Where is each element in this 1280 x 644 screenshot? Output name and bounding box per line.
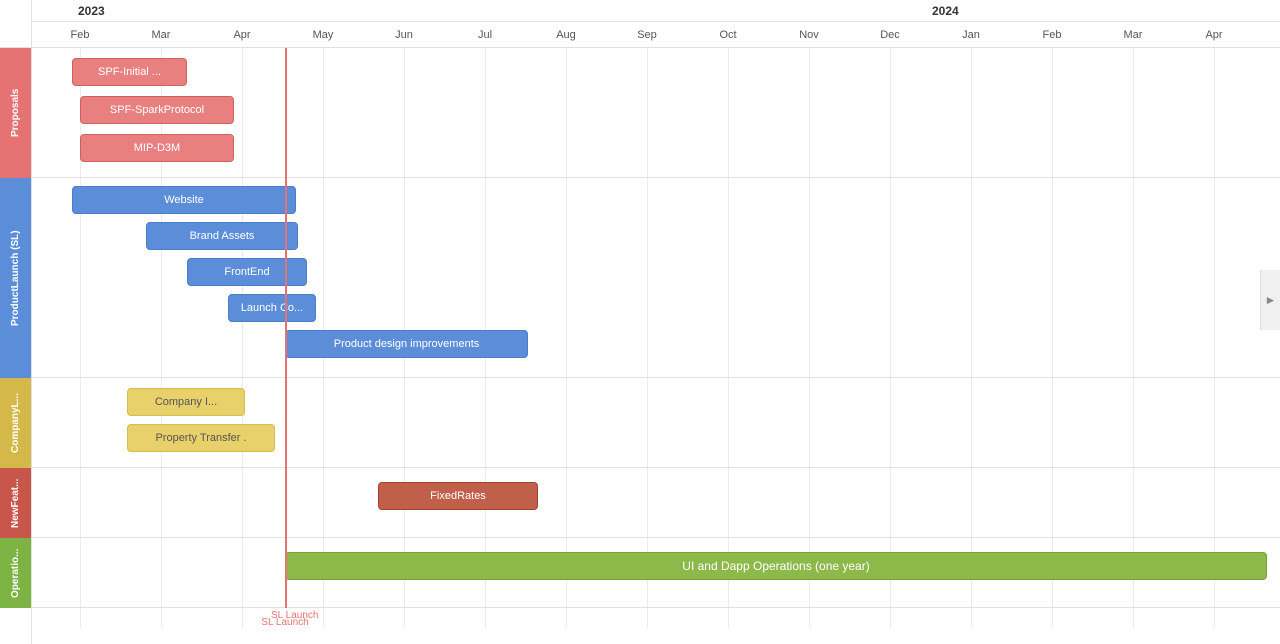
bar-spf-sparkprotocol[interactable]: SPF-SparkProtocol <box>80 96 234 124</box>
bar-property-transfer[interactable]: Property Transfer . <box>127 424 275 452</box>
gantt-container: Proposals ProductLaunch (SL) CompanyL...… <box>0 0 1280 644</box>
bar-spf-initial[interactable]: SPF-Initial ... <box>72 58 187 86</box>
header: 2023 2024 Feb Mar Apr May Jun Jul Aug Se… <box>32 0 1280 48</box>
sl-launch-label: SL Launch <box>261 617 308 628</box>
bar-product-design[interactable]: Product design improvements <box>285 330 528 358</box>
month-nov: Nov <box>799 29 819 41</box>
row-label-product-launch: ProductLaunch (SL) <box>0 178 31 378</box>
month-mar-1: Mar <box>152 29 171 41</box>
bar-brand-assets[interactable]: Brand Assets <box>146 222 298 250</box>
bar-launch-co[interactable]: Launch Co... <box>228 294 316 322</box>
bottom-spacer: SL Launch <box>32 608 1280 628</box>
newfeat-row: FixedRates <box>32 468 1280 538</box>
bar-ui-dapp-ops[interactable]: UI and Dapp Operations (one year) <box>285 552 1267 580</box>
year-2024: 2024 <box>932 4 959 18</box>
bar-company-i[interactable]: Company I... <box>127 388 245 416</box>
company-row: Company I... Property Transfer . <box>32 378 1280 468</box>
month-aug: Aug <box>556 29 576 41</box>
month-apr-2: Apr <box>1205 29 1222 41</box>
operations-row: UI and Dapp Operations (one year) <box>32 538 1280 608</box>
month-feb-1: Feb <box>71 29 90 41</box>
product-launch-row: Website Brand Assets FrontEnd Launch Co.… <box>32 178 1280 378</box>
month-feb-2: Feb <box>1043 29 1062 41</box>
month-jan-2024: Jan <box>962 29 980 41</box>
month-oct: Oct <box>719 29 736 41</box>
month-jun: Jun <box>395 29 413 41</box>
proposals-row: SPF-Initial ... SPF-SparkProtocol MIP-D3… <box>32 48 1280 178</box>
chart-area: 2023 2024 Feb Mar Apr May Jun Jul Aug Se… <box>32 0 1280 644</box>
year-2023: 2023 <box>78 4 105 18</box>
nav-right-arrow[interactable]: ► <box>1260 270 1280 330</box>
month-mar-2: Mar <box>1124 29 1143 41</box>
month-sep: Sep <box>637 29 657 41</box>
bar-mip-d3m[interactable]: MIP-D3M <box>80 134 234 162</box>
bar-website[interactable]: Website <box>72 186 296 214</box>
bar-frontend[interactable]: FrontEnd <box>187 258 307 286</box>
month-jul: Jul <box>478 29 492 41</box>
rows-container: SL Launch SPF-Initial ... SPF-SparkProto… <box>32 48 1280 628</box>
bar-fixedrates[interactable]: FixedRates <box>378 482 538 510</box>
month-may: May <box>313 29 334 41</box>
row-label-company: CompanyL... <box>0 378 31 468</box>
year-row: 2023 2024 <box>32 0 1280 22</box>
row-label-newfeat: NewFeat... <box>0 468 31 538</box>
month-row: Feb Mar Apr May Jun Jul Aug Sep Oct Nov … <box>32 22 1280 48</box>
row-label-proposals: Proposals <box>0 48 31 178</box>
month-dec: Dec <box>880 29 900 41</box>
sl-launch-line: SL Launch <box>285 48 287 608</box>
month-apr-1: Apr <box>233 29 250 41</box>
row-labels: Proposals ProductLaunch (SL) CompanyL...… <box>0 0 32 644</box>
row-label-operations: Operatio... <box>0 538 31 608</box>
